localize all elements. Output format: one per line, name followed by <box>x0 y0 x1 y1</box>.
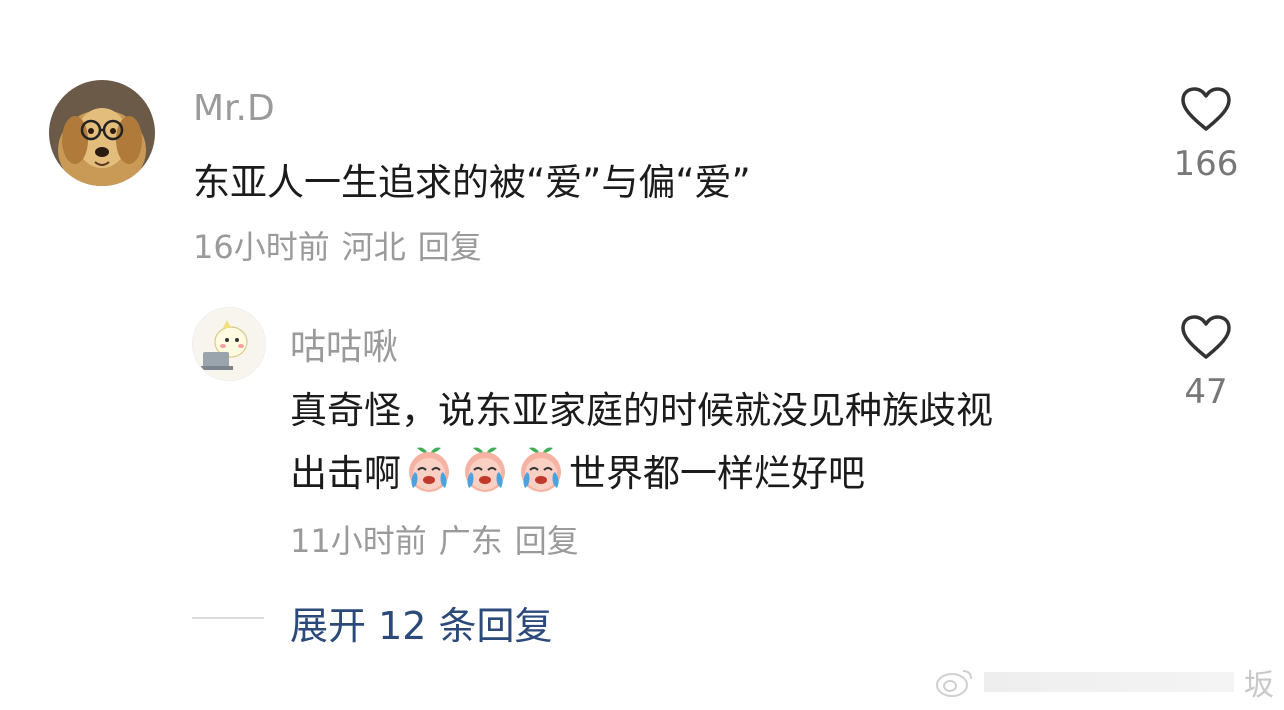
heart-icon <box>1181 315 1231 359</box>
crying-peach-emoji-icon <box>465 447 505 492</box>
reply-button[interactable]: 回复 <box>515 522 579 560</box>
comment-text-part: 世界都一样烂好吧 <box>569 452 865 495</box>
comment-meta: 11小时前 广东 回复 <box>290 516 591 562</box>
expand-replies-button[interactable]: 展开 12 条回复 <box>290 595 553 650</box>
username[interactable]: 咕咕啾 <box>290 318 398 370</box>
comment-location: 河北 <box>341 228 406 266</box>
crying-peach-emoji-icon <box>521 447 561 492</box>
comment-time: 16小时前 <box>193 228 330 266</box>
comment-text-line-1: 真奇怪，说东亚家庭的时候就没见种族歧视 <box>290 389 993 432</box>
weibo-logo-icon <box>935 670 972 697</box>
comment-text-part: 出击啊 <box>290 452 401 495</box>
bird-avatar-icon <box>193 308 265 380</box>
watermark-text: 坂 <box>1244 668 1274 703</box>
reply-button[interactable]: 回复 <box>418 228 482 266</box>
like-count: 166 <box>1173 144 1239 184</box>
comment-location: 广东 <box>438 522 503 560</box>
like-count: 47 <box>1184 372 1228 412</box>
comment-text-line-2: 出击啊 世界都一样烂好吧 <box>290 443 865 497</box>
watermark-bar <box>984 672 1235 692</box>
divider <box>192 617 264 619</box>
comment-time: 11小时前 <box>290 522 427 560</box>
avatar[interactable] <box>49 80 155 186</box>
like-button[interactable]: 47 <box>1166 314 1246 412</box>
avatar[interactable] <box>192 307 266 381</box>
crying-peach-emoji-icon <box>409 447 449 492</box>
dog-avatar-icon <box>49 80 155 186</box>
comment-text: 东亚人一生追求的被“爱”与偏“爱” <box>193 161 751 204</box>
heart-icon <box>1181 87 1231 131</box>
comment-meta: 16小时前 河北 回复 <box>193 222 494 268</box>
watermark: 坂 <box>935 660 1274 704</box>
like-button[interactable]: 166 <box>1166 86 1246 184</box>
username[interactable]: Mr.D <box>193 88 275 129</box>
